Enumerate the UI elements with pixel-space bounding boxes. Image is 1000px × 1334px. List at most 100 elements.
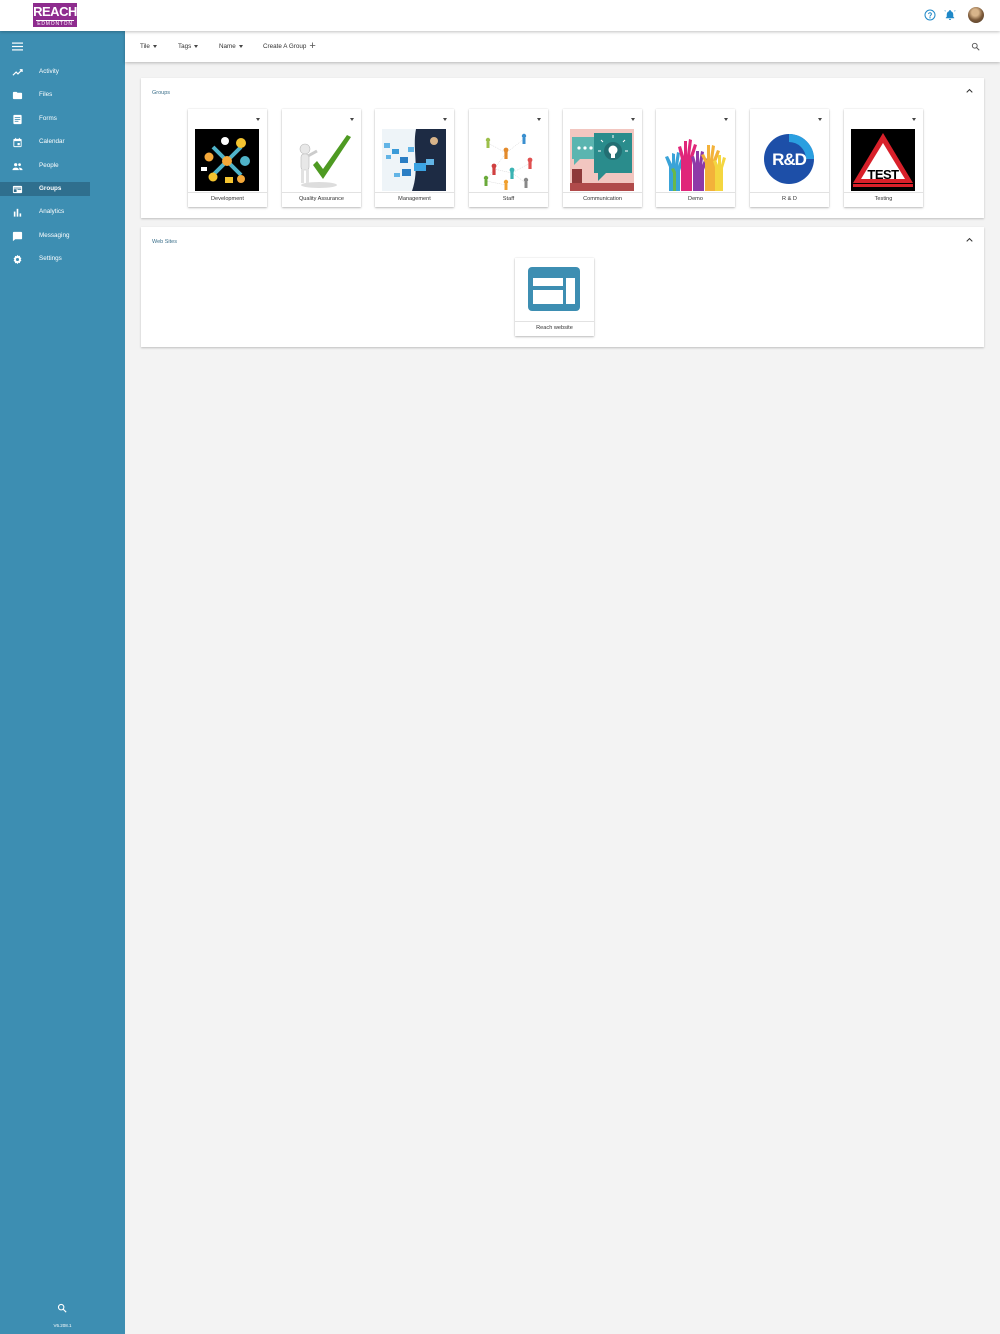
- gear-icon: [13, 254, 22, 265]
- tile-label: R & D: [782, 196, 797, 202]
- group-tile-quality-assurance[interactable]: Quality Assurance: [282, 109, 361, 207]
- tile-label: Management: [398, 196, 431, 202]
- trending-line-icon: [12, 69, 23, 76]
- people-icon: [12, 162, 23, 170]
- communication-image: [570, 129, 634, 191]
- logo-text: REACH: [33, 4, 77, 19]
- test-image-text: TEST: [867, 167, 899, 182]
- group-tile-staff[interactable]: Staff: [469, 109, 548, 207]
- group-tile-management[interactable]: Management: [375, 109, 454, 207]
- sidebar-item-files[interactable]: Files: [0, 88, 125, 102]
- sidebar-item-analytics[interactable]: Analytics: [0, 205, 125, 219]
- tile-menu-caret-icon[interactable]: [818, 118, 822, 121]
- website-image: [527, 266, 581, 312]
- top-header: REACH EDMONTON: [0, 0, 1000, 31]
- demo-image: [663, 129, 727, 191]
- sort-name-dropdown[interactable]: Name: [219, 42, 243, 51]
- test-warning-sign-graphic: TEST: [851, 129, 915, 191]
- people-network-graphic: [476, 129, 540, 191]
- sidebar-item-calendar[interactable]: Calendar: [0, 135, 125, 149]
- sidebar: Activity Files Forms Calendar People Gro…: [0, 31, 125, 1334]
- group-tile-development[interactable]: Development: [188, 109, 267, 207]
- sidebar-item-label: People: [39, 161, 59, 169]
- dropdown-label: Name: [219, 43, 236, 50]
- sidebar-item-people[interactable]: People: [0, 159, 125, 173]
- tile-menu-caret-icon[interactable]: [443, 118, 447, 121]
- groups-panel: Groups Development Quality Assurance Man…: [141, 78, 984, 218]
- sidebar-item-messaging[interactable]: Messaging: [0, 229, 125, 243]
- development-image: [195, 129, 259, 191]
- sidebar-item-label: Activity: [39, 68, 59, 75]
- tags-dropdown[interactable]: Tags: [178, 42, 199, 51]
- folder-icon: [12, 92, 23, 100]
- tile-menu-caret-icon[interactable]: [912, 118, 916, 121]
- tile-menu-caret-icon[interactable]: [724, 118, 728, 121]
- tile-menu-caret-icon[interactable]: [631, 118, 635, 121]
- tile-label: Reach website: [536, 325, 573, 331]
- search-icon[interactable]: [57, 1303, 67, 1313]
- group-tile-communication[interactable]: Communication: [563, 109, 642, 207]
- create-group-button[interactable]: Create A Group +: [263, 40, 316, 52]
- sidebar-item-label: Analytics: [39, 208, 65, 216]
- notification-bell-icon[interactable]: [944, 9, 956, 21]
- testing-image: TEST: [851, 129, 915, 191]
- tile-menu-caret-icon[interactable]: [256, 118, 260, 121]
- tile-menu-caret-icon[interactable]: [350, 118, 354, 121]
- tile-label: Demo: [688, 196, 703, 202]
- tile-label: Communication: [583, 196, 622, 202]
- filter-toolbar: Tile Tags Name Create A Group +: [125, 31, 1000, 62]
- chat-bubble-icon: [12, 231, 23, 241]
- tile-label: Development: [211, 196, 244, 202]
- group-tile-demo[interactable]: Demo: [656, 109, 735, 207]
- reach-edmonton-logo[interactable]: REACH EDMONTON: [33, 3, 77, 27]
- tile-label: Quality Assurance: [298, 196, 345, 202]
- sidebar-item-forms[interactable]: Forms: [0, 112, 125, 126]
- website-tile-reach-website[interactable]: Reach website: [515, 258, 594, 336]
- raised-hands-graphic: [663, 129, 727, 191]
- sidebar-item-groups[interactable]: Groups: [0, 181, 90, 196]
- r-and-d-image-text: R&D: [772, 150, 807, 169]
- plus-icon: +: [309, 40, 316, 52]
- hamburger-menu-icon[interactable]: [12, 42, 23, 51]
- sidebar-item-label: Files: [39, 91, 53, 99]
- dropdown-label: Tile: [140, 43, 150, 50]
- user-avatar[interactable]: [968, 7, 984, 23]
- r-and-d-image: R&D: [757, 129, 821, 191]
- view-tile-dropdown[interactable]: Tile: [140, 42, 157, 51]
- group-tile-testing[interactable]: TEST Testing: [844, 109, 923, 207]
- sidebar-item-label: Calendar: [39, 138, 65, 146]
- tools-gears-graphic: [195, 129, 259, 191]
- button-label: Create A Group: [263, 43, 307, 50]
- tile-menu-caret-icon[interactable]: [537, 118, 541, 121]
- caret-down-icon: [152, 45, 157, 48]
- sidebar-item-label: Settings: [39, 255, 62, 263]
- management-image: [382, 129, 446, 191]
- groups-card-icon: [12, 185, 23, 194]
- business-touchscreen-graphic: [382, 129, 446, 191]
- help-circle-icon[interactable]: [924, 9, 936, 21]
- staff-image: [476, 129, 540, 191]
- r-and-d-badge-graphic: R&D: [757, 129, 821, 191]
- calendar-icon: [13, 138, 22, 148]
- sidebar-nav: Activity Files Forms Calendar People Gro…: [0, 65, 125, 276]
- dropdown-label: Tags: [178, 43, 192, 50]
- speech-bubbles-graphic: [570, 129, 634, 191]
- website-layout-graphic: [528, 267, 580, 311]
- logo-subtext: EDMONTON: [36, 20, 74, 27]
- sidebar-item-activity[interactable]: Activity: [0, 65, 125, 79]
- bar-chart-icon: [13, 209, 22, 217]
- tile-label: Staff: [502, 196, 515, 202]
- sidebar-item-settings[interactable]: Settings: [0, 252, 125, 266]
- websites-panel: Web Sites Reach website: [141, 227, 984, 347]
- group-tile-r-and-d[interactable]: R&D R & D: [750, 109, 829, 207]
- checkmark-figure-graphic: [289, 129, 353, 191]
- sidebar-item-label: Forms: [39, 114, 57, 122]
- app-version: V6.208.1: [53, 1323, 72, 1328]
- panel-title: Web Sites: [152, 239, 177, 245]
- chevron-up-icon[interactable]: [966, 237, 973, 243]
- sidebar-item-label: Groups: [39, 184, 62, 192]
- search-icon[interactable]: [971, 42, 980, 51]
- sidebar-item-label: Messaging: [39, 231, 70, 239]
- tile-label: Testing: [874, 196, 893, 202]
- chevron-up-icon[interactable]: [966, 88, 973, 94]
